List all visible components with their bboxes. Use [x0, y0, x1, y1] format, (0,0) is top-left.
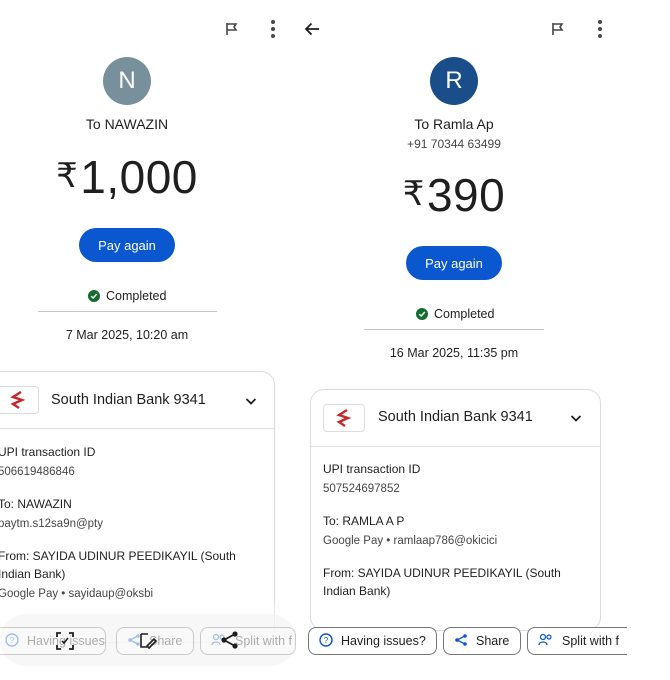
recipient-phone: +91 70344 63499 — [407, 137, 501, 151]
split-with-friends-button[interactable]: Split with f — [527, 627, 627, 655]
status-text: Completed — [106, 289, 167, 303]
help-icon: ? — [5, 632, 19, 650]
status-text: Completed — [434, 307, 495, 321]
to-handle: Google Pay • ramlaap786@okicici — [323, 535, 498, 547]
from-line: From: SAYIDA UDINUR PEEDIKAYIL (South In… — [323, 566, 561, 598]
bank-account-row[interactable]: South Indian Bank 9341 — [311, 390, 600, 447]
bank-account-row[interactable]: South Indian Bank 9341 — [0, 372, 274, 429]
upi-transaction-id: 507524697852 — [323, 483, 400, 495]
pay-again-button[interactable]: Pay again — [79, 228, 175, 262]
share-button[interactable]: Share — [443, 627, 521, 655]
having-issues-label: Having issues? — [341, 634, 426, 648]
help-icon: ? — [319, 632, 333, 650]
check-circle-icon — [88, 290, 100, 302]
amount: ₹390 — [346, 168, 562, 222]
amount-value: 390 — [426, 169, 506, 221]
pay-again-button[interactable]: Pay again — [406, 246, 502, 280]
avatar-initial: N — [118, 67, 136, 94]
transaction-date: 16 Mar 2025, 11:35 pm — [389, 346, 519, 360]
to-handle: paytm.s12sa9n@pty — [0, 518, 104, 530]
amount: ₹1,000 — [20, 150, 234, 204]
divider — [38, 311, 217, 312]
status-badge: Completed — [88, 289, 166, 303]
upi-transaction-label: UPI transaction ID — [323, 462, 421, 476]
bank-logo-icon — [0, 386, 39, 414]
having-issues-button[interactable]: ? Having issues? — [0, 627, 106, 655]
amount-value: 1,000 — [80, 151, 198, 203]
flag-icon[interactable] — [218, 15, 246, 43]
chevron-down-icon[interactable] — [568, 410, 584, 426]
bank-name: South Indian Bank 9341 — [378, 409, 533, 425]
split-label: Split with f — [562, 634, 619, 648]
divider — [364, 329, 544, 330]
check-circle-icon — [416, 308, 428, 320]
split-with-friends-button[interactable]: Split with f — [200, 627, 296, 655]
currency-symbol: ₹ — [56, 157, 79, 195]
avatar: N — [103, 57, 151, 105]
bank-logo-icon — [323, 404, 365, 432]
to-line: To: RAMLA A P — [323, 514, 405, 528]
svg-text:?: ? — [324, 636, 329, 645]
upi-transaction-label: UPI transaction ID — [0, 445, 96, 459]
recipient-name: To Ramla Ap — [414, 116, 494, 132]
payment-details-card: South Indian Bank 9341 UPI transaction I… — [0, 371, 275, 643]
from-line: From: SAYIDA UDINUR PEEDIKAYIL (South In… — [0, 549, 236, 581]
back-arrow-icon[interactable] — [298, 15, 326, 43]
group-icon — [538, 633, 554, 650]
screenshot-capture-icon[interactable] — [54, 630, 76, 657]
having-issues-button[interactable]: ? Having issues? — [308, 627, 437, 655]
chevron-down-icon[interactable] — [243, 393, 259, 409]
left-transaction-panel: N To NAWAZIN ₹1,000 Pay again Completed … — [0, 0, 296, 680]
transaction-date: 7 Mar 2025, 10:20 am — [65, 328, 189, 342]
more-vert-icon[interactable] — [259, 15, 287, 43]
to-line: To: NAWAZIN — [0, 497, 72, 511]
payment-details-card: South Indian Bank 9341 UPI transaction I… — [310, 389, 601, 631]
status-badge: Completed — [416, 307, 494, 321]
share-label: Share — [476, 634, 510, 648]
right-transaction-panel: R To Ramla Ap +91 70344 63499 ₹390 Pay a… — [296, 0, 670, 680]
share-screenshot-icon[interactable] — [220, 630, 240, 655]
split-label: Split with f — [235, 634, 292, 648]
avatar-initial: R — [445, 67, 463, 94]
svg-text:?: ? — [10, 636, 15, 645]
upi-transaction-id: 506619486846 — [0, 466, 75, 478]
more-vert-icon[interactable] — [586, 15, 614, 43]
edit-screenshot-icon[interactable] — [137, 630, 159, 657]
flag-icon[interactable] — [544, 15, 572, 43]
bank-name: South Indian Bank 9341 — [51, 392, 206, 408]
avatar: R — [430, 57, 478, 105]
from-handle: Google Pay • sayidaup@oksbi — [0, 588, 154, 600]
share-icon — [454, 633, 468, 650]
currency-symbol: ₹ — [402, 175, 425, 213]
recipient-name: To NAWAZIN — [85, 116, 169, 132]
